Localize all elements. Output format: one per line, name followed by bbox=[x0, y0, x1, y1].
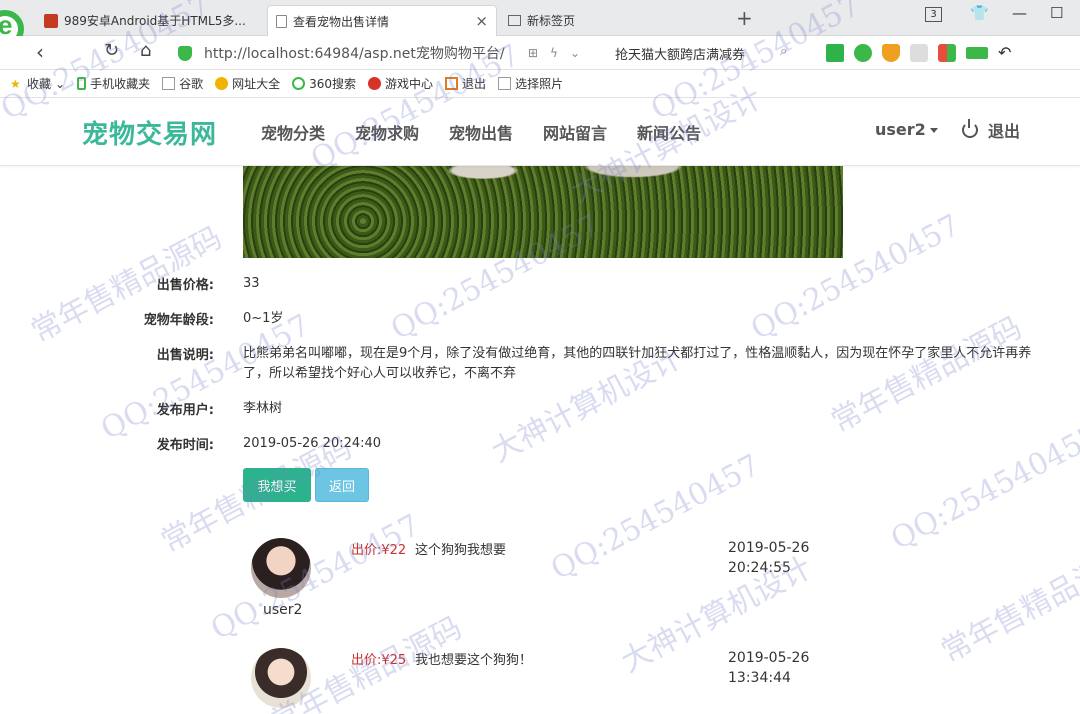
detail-label: 出售价格: bbox=[156, 278, 214, 293]
close-tab-icon[interactable]: × bbox=[475, 12, 488, 30]
bookmark-mobile[interactable]: 手机收藏夹 bbox=[77, 75, 150, 92]
browser-tab-bar: e 989安卓Android基于HTML5多... 查看宠物出售详情 × 新标签… bbox=[0, 0, 1080, 48]
detail-label: 宠物年龄段: bbox=[143, 313, 214, 328]
avatar bbox=[251, 648, 311, 708]
promo-link[interactable]: 抢天猫大额跨店满减券 bbox=[615, 44, 745, 63]
back-button[interactable]: 返回 bbox=[315, 468, 369, 502]
comment-user: user2 bbox=[263, 602, 303, 618]
power-icon bbox=[962, 119, 978, 138]
logout-button[interactable]: 退出 bbox=[962, 118, 1020, 142]
nav-pet-categories[interactable]: 宠物分类 bbox=[261, 120, 325, 144]
globe-icon bbox=[215, 77, 229, 90]
tab-new-tab-page[interactable]: 新标签页 bbox=[500, 5, 730, 36]
undo-icon[interactable]: ↶ bbox=[998, 44, 1016, 62]
detail-value: 2019-05-26 20:24:40 bbox=[243, 436, 382, 451]
bookmark-google[interactable]: 谷歌 bbox=[162, 75, 203, 92]
bookmark-favorites[interactable]: ★ 收藏 ⌄ bbox=[10, 75, 65, 92]
page-icon bbox=[162, 77, 176, 90]
translate-icon[interactable] bbox=[854, 44, 872, 62]
watermark-text: 常年售精品源码 bbox=[935, 540, 1080, 670]
minimize-icon[interactable]: — bbox=[1012, 4, 1027, 22]
bookmark-choose-photo[interactable]: 选择照片 bbox=[498, 75, 563, 92]
detail-value: 李林树 bbox=[243, 401, 283, 416]
bookmark-sites[interactable]: 网址大全 bbox=[215, 75, 280, 92]
caret-down-icon bbox=[929, 128, 938, 133]
url-text: http://localhost:64984/asp.net宠物购物平台/ bbox=[204, 46, 505, 62]
battery-icon bbox=[966, 47, 988, 59]
phone-icon bbox=[77, 77, 87, 90]
star-icon: ★ bbox=[10, 77, 21, 91]
home-icon[interactable]: ⌂ bbox=[140, 40, 151, 61]
extension-icons: ↶ bbox=[826, 44, 1016, 62]
apps-icon[interactable] bbox=[938, 44, 956, 62]
page-icon bbox=[498, 77, 512, 90]
comment-text: 这个狗狗我想要 bbox=[415, 543, 507, 558]
exit-icon bbox=[445, 77, 459, 90]
comment-text: 我也想要这个狗狗！ bbox=[415, 653, 533, 668]
maximize-icon[interactable]: ☐ bbox=[1050, 4, 1063, 22]
detail-label: 发布用户: bbox=[156, 403, 214, 418]
nav-pet-sale[interactable]: 宠物出售 bbox=[449, 120, 513, 144]
detail-value: 0~1岁 bbox=[243, 311, 284, 326]
comment-time: 2019-05-26 13:34:44 bbox=[728, 650, 810, 686]
chevron-down-icon: ⌄ bbox=[55, 76, 66, 91]
detail-value: 比熊弟弟名叫嘟嘟，现在是9个月，除了没有做过绝育，其他的四联针加狂犬都打过了，性… bbox=[243, 346, 1032, 381]
site-favicon-icon bbox=[44, 13, 58, 28]
url-tools-icon[interactable]: ⊞ϟ⌄ bbox=[528, 46, 592, 60]
tab-title: 查看宠物出售详情 bbox=[293, 14, 390, 29]
site-header: 宠物交易网 宠物分类 宠物求购 宠物出售 网站留言 新闻公告 user2 退出 bbox=[0, 98, 1080, 166]
scissors-icon[interactable] bbox=[826, 44, 844, 62]
avatar bbox=[251, 538, 311, 598]
new-tab-button[interactable]: + bbox=[736, 6, 753, 30]
watermark-text: QQ:254540457 bbox=[205, 507, 426, 648]
game-icon bbox=[368, 77, 382, 90]
tab-count-badge[interactable]: 3 bbox=[925, 7, 942, 22]
pet-photo bbox=[243, 166, 843, 258]
reload-icon[interactable]: ↻ bbox=[104, 40, 119, 61]
detail-label: 发布时间: bbox=[156, 438, 214, 453]
comment-price: 出价:¥22 bbox=[351, 543, 407, 558]
back-arrow-icon[interactable]: ‹ bbox=[36, 40, 44, 64]
security-shield-icon bbox=[178, 45, 192, 61]
tab-pet-sale-detail[interactable]: 查看宠物出售详情 × bbox=[267, 5, 497, 36]
search-circle-icon bbox=[292, 77, 306, 90]
bookmark-games[interactable]: 游戏中心 bbox=[368, 75, 433, 92]
bookmarks-bar: ★ 收藏 ⌄ 手机收藏夹 谷歌 网址大全 360搜索 游戏中心 退出 选择照片 bbox=[0, 70, 1080, 98]
detail-label: 出售说明: bbox=[156, 348, 214, 363]
nav-news[interactable]: 新闻公告 bbox=[637, 120, 701, 144]
detail-value: 33 bbox=[243, 276, 260, 291]
comment-time: 2019-05-26 20:24:55 bbox=[728, 540, 810, 576]
user-menu[interactable]: user2 bbox=[875, 120, 938, 139]
tab-android-html5[interactable]: 989安卓Android基于HTML5多... bbox=[36, 5, 266, 36]
new-tab-page-icon bbox=[508, 15, 521, 26]
bookmark-exit[interactable]: 退出 bbox=[445, 75, 486, 92]
tab-title: 989安卓Android基于HTML5多... bbox=[64, 14, 246, 28]
search-icon[interactable]: ⌕ bbox=[780, 44, 787, 59]
shirt-icon[interactable]: 👕 bbox=[970, 4, 989, 22]
comment-price: 出价:¥25 bbox=[351, 653, 407, 668]
address-bar: ‹ ↻ ⌂ http://localhost:64984/asp.net宠物购物… bbox=[0, 36, 1080, 70]
picture-icon[interactable] bbox=[910, 44, 928, 62]
site-logo[interactable]: 宠物交易网 bbox=[82, 114, 217, 151]
tab-title: 新标签页 bbox=[527, 14, 576, 28]
nav-pet-wanted[interactable]: 宠物求购 bbox=[355, 120, 419, 144]
bookmark-360-search[interactable]: 360搜索 bbox=[292, 75, 356, 92]
nav-site-messages[interactable]: 网站留言 bbox=[543, 120, 607, 144]
want-to-buy-button[interactable]: 我想买 bbox=[243, 468, 311, 502]
page-icon bbox=[276, 14, 287, 28]
shield-icon[interactable] bbox=[882, 44, 900, 62]
